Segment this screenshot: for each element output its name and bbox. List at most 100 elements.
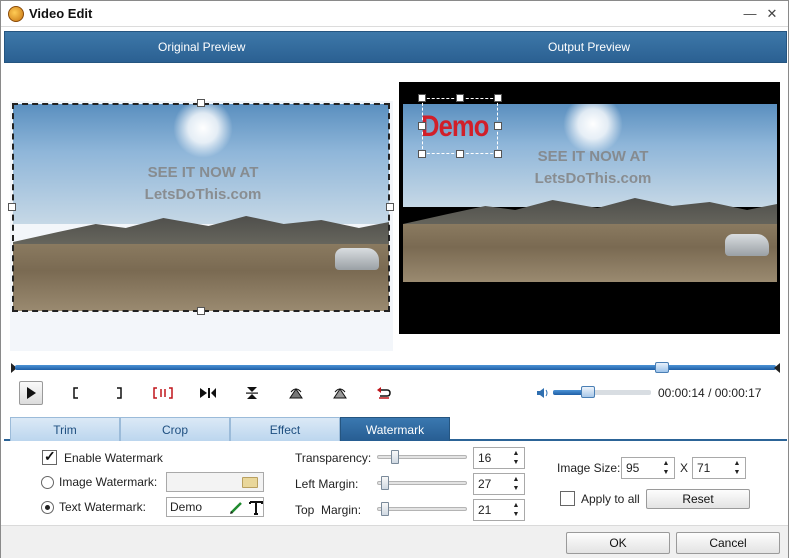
image-watermark-radio[interactable] bbox=[41, 476, 54, 489]
spin-arrows-icon[interactable]: ▲ ▼ bbox=[661, 459, 671, 477]
spin-arrows-icon[interactable]: ▲ ▼ bbox=[511, 501, 521, 519]
volume-thumb[interactable] bbox=[581, 386, 596, 398]
ground-region bbox=[403, 224, 777, 282]
watermark-handle-t[interactable] bbox=[456, 94, 464, 102]
image-size-label: Image Size: bbox=[557, 461, 621, 475]
flip-vertical-icon bbox=[246, 387, 258, 399]
ok-button[interactable]: OK bbox=[566, 532, 670, 554]
spin-arrows-icon[interactable]: ▲ ▼ bbox=[511, 475, 521, 493]
watermark-handle-r[interactable] bbox=[494, 122, 502, 130]
preview-area: SEE IT NOW AT LetsDoThis.com SEE IT NOW … bbox=[4, 63, 787, 355]
source-watermark-line2: LetsDoThis.com bbox=[144, 186, 262, 203]
text-watermark-radio[interactable] bbox=[41, 501, 54, 514]
timeline-end-marker[interactable] bbox=[774, 363, 780, 373]
preview-header: Original Preview Output Preview bbox=[4, 31, 787, 63]
rotate-right-icon bbox=[333, 388, 347, 399]
watermark-panel: ✓ Enable Watermark Image Watermark: Text… bbox=[4, 442, 787, 524]
left-margin-stepper[interactable]: 27 ▲ ▼ bbox=[473, 473, 525, 495]
watermark-selection-box[interactable] bbox=[422, 98, 498, 154]
mark-in-button[interactable] bbox=[64, 381, 88, 405]
rotate-left-icon bbox=[289, 388, 303, 399]
font-icon[interactable] bbox=[249, 500, 263, 515]
left-margin-thumb[interactable] bbox=[381, 476, 389, 490]
next-frame-button[interactable] bbox=[196, 381, 220, 405]
watermark-handle-l[interactable] bbox=[418, 122, 426, 130]
speaker-icon bbox=[537, 388, 548, 398]
text-watermark-label: Text Watermark: bbox=[59, 500, 146, 514]
split-button[interactable] bbox=[151, 381, 175, 405]
close-button[interactable]: ✕ bbox=[763, 5, 781, 23]
image-width-stepper[interactable]: 95 ▲ ▼ bbox=[621, 457, 675, 479]
left-margin-slider[interactable] bbox=[377, 476, 467, 490]
transparency-slider[interactable] bbox=[377, 450, 467, 464]
apply-to-all-checkbox[interactable] bbox=[560, 491, 575, 506]
rotate-right-button[interactable] bbox=[328, 381, 352, 405]
original-video-frame: SEE IT NOW AT LetsDoThis.com bbox=[13, 104, 389, 311]
reset-button[interactable]: Reset bbox=[646, 489, 750, 509]
folder-icon[interactable] bbox=[242, 477, 258, 488]
dialog-footer: OK Cancel bbox=[1, 525, 788, 558]
minimize-button[interactable]: — bbox=[741, 5, 759, 23]
image-height-stepper[interactable]: 71 ▲ ▼ bbox=[692, 457, 746, 479]
transparency-label: Transparency: bbox=[295, 451, 372, 465]
crop-handle-bottom[interactable] bbox=[197, 307, 205, 315]
cancel-button[interactable]: Cancel bbox=[676, 532, 780, 554]
transparency-thumb[interactable] bbox=[391, 450, 399, 464]
window-title: Video Edit bbox=[29, 6, 93, 21]
spin-arrows-icon[interactable]: ▲ ▼ bbox=[511, 449, 521, 467]
apply-to-all-label: Apply to all bbox=[581, 492, 640, 506]
source-watermark-line2: LetsDoThis.com bbox=[534, 170, 652, 187]
transparency-value: 16 bbox=[478, 451, 492, 465]
top-margin-stepper[interactable]: 21 ▲ ▼ bbox=[473, 499, 525, 521]
watermark-handle-b[interactable] bbox=[456, 150, 464, 158]
time-display: 00:00:14 / 00:00:17 bbox=[658, 386, 761, 400]
enable-watermark-label: Enable Watermark bbox=[64, 451, 163, 465]
output-preview-label: Output Preview bbox=[548, 40, 631, 54]
spin-arrows-icon[interactable]: ▲ ▼ bbox=[732, 459, 742, 477]
enable-watermark-checkbox[interactable]: ✓ bbox=[42, 448, 57, 465]
play-icon bbox=[27, 387, 36, 399]
timeline-slider[interactable] bbox=[11, 362, 780, 373]
image-width-value: 95 bbox=[626, 461, 640, 475]
car bbox=[725, 234, 769, 256]
playback-controls: 00:00:14 / 00:00:17 bbox=[1, 379, 788, 407]
current-time: 00:00:14 bbox=[658, 386, 705, 400]
crop-handle-left[interactable] bbox=[8, 203, 16, 211]
tab-crop[interactable]: Crop bbox=[120, 417, 230, 441]
watermark-handle-tl[interactable] bbox=[418, 94, 426, 102]
crop-handle-right[interactable] bbox=[386, 203, 394, 211]
original-preview-label: Original Preview bbox=[158, 40, 246, 54]
play-button[interactable] bbox=[19, 381, 43, 405]
edit-tabs: Trim Crop Effect Watermark bbox=[4, 417, 787, 441]
rotate-left-button[interactable] bbox=[284, 381, 308, 405]
tab-trim[interactable]: Trim bbox=[10, 417, 120, 441]
volume-button[interactable] bbox=[531, 381, 555, 405]
ground-region bbox=[13, 244, 389, 311]
watermark-handle-tr[interactable] bbox=[494, 94, 502, 102]
transparency-stepper[interactable]: 16 ▲ ▼ bbox=[473, 447, 525, 469]
tab-effect[interactable]: Effect bbox=[230, 417, 340, 441]
top-margin-slider[interactable] bbox=[377, 502, 467, 516]
split-icon bbox=[153, 387, 173, 399]
mark-out-button[interactable] bbox=[107, 381, 131, 405]
watermark-handle-br[interactable] bbox=[494, 150, 502, 158]
source-watermark-line1: SEE IT NOW AT bbox=[537, 148, 649, 165]
car bbox=[335, 248, 379, 270]
check-icon: ✓ bbox=[44, 448, 56, 464]
left-margin-value: 27 bbox=[478, 477, 492, 491]
top-margin-thumb[interactable] bbox=[381, 502, 389, 516]
undo-icon bbox=[377, 387, 391, 399]
image-watermark-label: Image Watermark: bbox=[59, 475, 158, 489]
watermark-handle-bl[interactable] bbox=[418, 150, 426, 158]
timeline-thumb[interactable] bbox=[654, 362, 669, 373]
title-bar: Video Edit — ✕ bbox=[1, 1, 788, 27]
tab-watermark[interactable]: Watermark bbox=[340, 417, 450, 441]
video-edit-window: Video Edit — ✕ Original Preview Output P… bbox=[0, 0, 789, 558]
top-margin-label: Top Margin: bbox=[295, 503, 362, 517]
crop-handle-top[interactable] bbox=[197, 99, 205, 107]
volume-slider[interactable] bbox=[553, 386, 651, 398]
flip-vertical-button[interactable] bbox=[240, 381, 264, 405]
step-icon bbox=[200, 388, 216, 398]
undo-button[interactable] bbox=[372, 381, 396, 405]
pencil-icon[interactable] bbox=[229, 501, 243, 515]
